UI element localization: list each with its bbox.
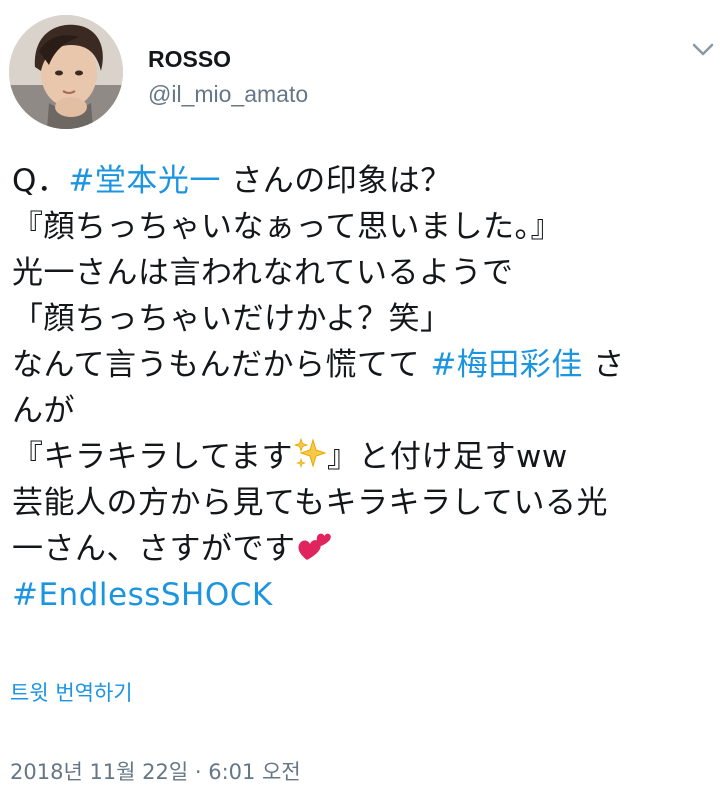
tweet-line: #EndlessSHOCK bbox=[12, 572, 712, 618]
user-display-name[interactable]: ROSSO bbox=[148, 45, 231, 73]
tweet-line: 芸能人の方から見てもキラキラしている光 bbox=[12, 485, 609, 521]
sparkles-icon bbox=[293, 437, 327, 484]
tweet-line: 『顔ちっちゃいなぁって思いました。』 bbox=[12, 209, 562, 245]
tweet-line: Q．#堂本光一 さんの印象は？ bbox=[12, 158, 712, 204]
tweet-text-segment: 一さん、さすがです bbox=[12, 531, 296, 567]
tweet-line: んが bbox=[12, 393, 75, 429]
tweet-line: なんて言うもんだから慌てて #梅田彩佳 さ bbox=[12, 342, 712, 388]
tweet-timestamp[interactable]: 2018년 11월 22일 · 6:01 오전 bbox=[10, 756, 301, 786]
chevron-down-icon[interactable] bbox=[688, 38, 718, 62]
avatar-image bbox=[9, 15, 123, 129]
user-avatar[interactable] bbox=[9, 15, 123, 129]
tweet-text-segment: なんて言うもんだから慌てて bbox=[12, 347, 431, 383]
tweet-line: 光一さんは言われなれているようで bbox=[12, 255, 514, 291]
translate-tweet-link[interactable]: 트윗 번역하기 bbox=[10, 677, 133, 707]
tweet-line: 一さん、さすがです bbox=[12, 526, 712, 572]
tweet-text: Q．#堂本光一 さんの印象は？ 『顔ちっちゃいなぁって思いました。』 光一さんは… bbox=[12, 158, 712, 618]
hashtag-link[interactable]: #堂本光一 bbox=[68, 163, 220, 199]
tweet-text-segment: Q． bbox=[12, 163, 69, 199]
two-hearts-icon bbox=[296, 527, 332, 576]
tweet-text-segment: さんの印象は？ bbox=[220, 163, 452, 199]
tweet-text-segment: さ bbox=[582, 347, 625, 383]
tweet-header: ROSSO @il_mio_amato bbox=[0, 0, 720, 130]
tweet-text-segment: 『キラキラしてます bbox=[12, 439, 294, 475]
tweet-line: 「顔ちっちゃいだけかよ？笑」 bbox=[12, 301, 452, 337]
hashtag-link[interactable]: #梅田彩佳 bbox=[430, 347, 582, 383]
tweet-text-segment: 』と付け足すww bbox=[327, 439, 568, 475]
user-handle[interactable]: @il_mio_amato bbox=[148, 80, 308, 108]
tweet-line: 『キラキラしてます 』と付け足すww bbox=[12, 434, 712, 480]
hashtag-link[interactable]: #EndlessSHOCK bbox=[12, 577, 273, 613]
